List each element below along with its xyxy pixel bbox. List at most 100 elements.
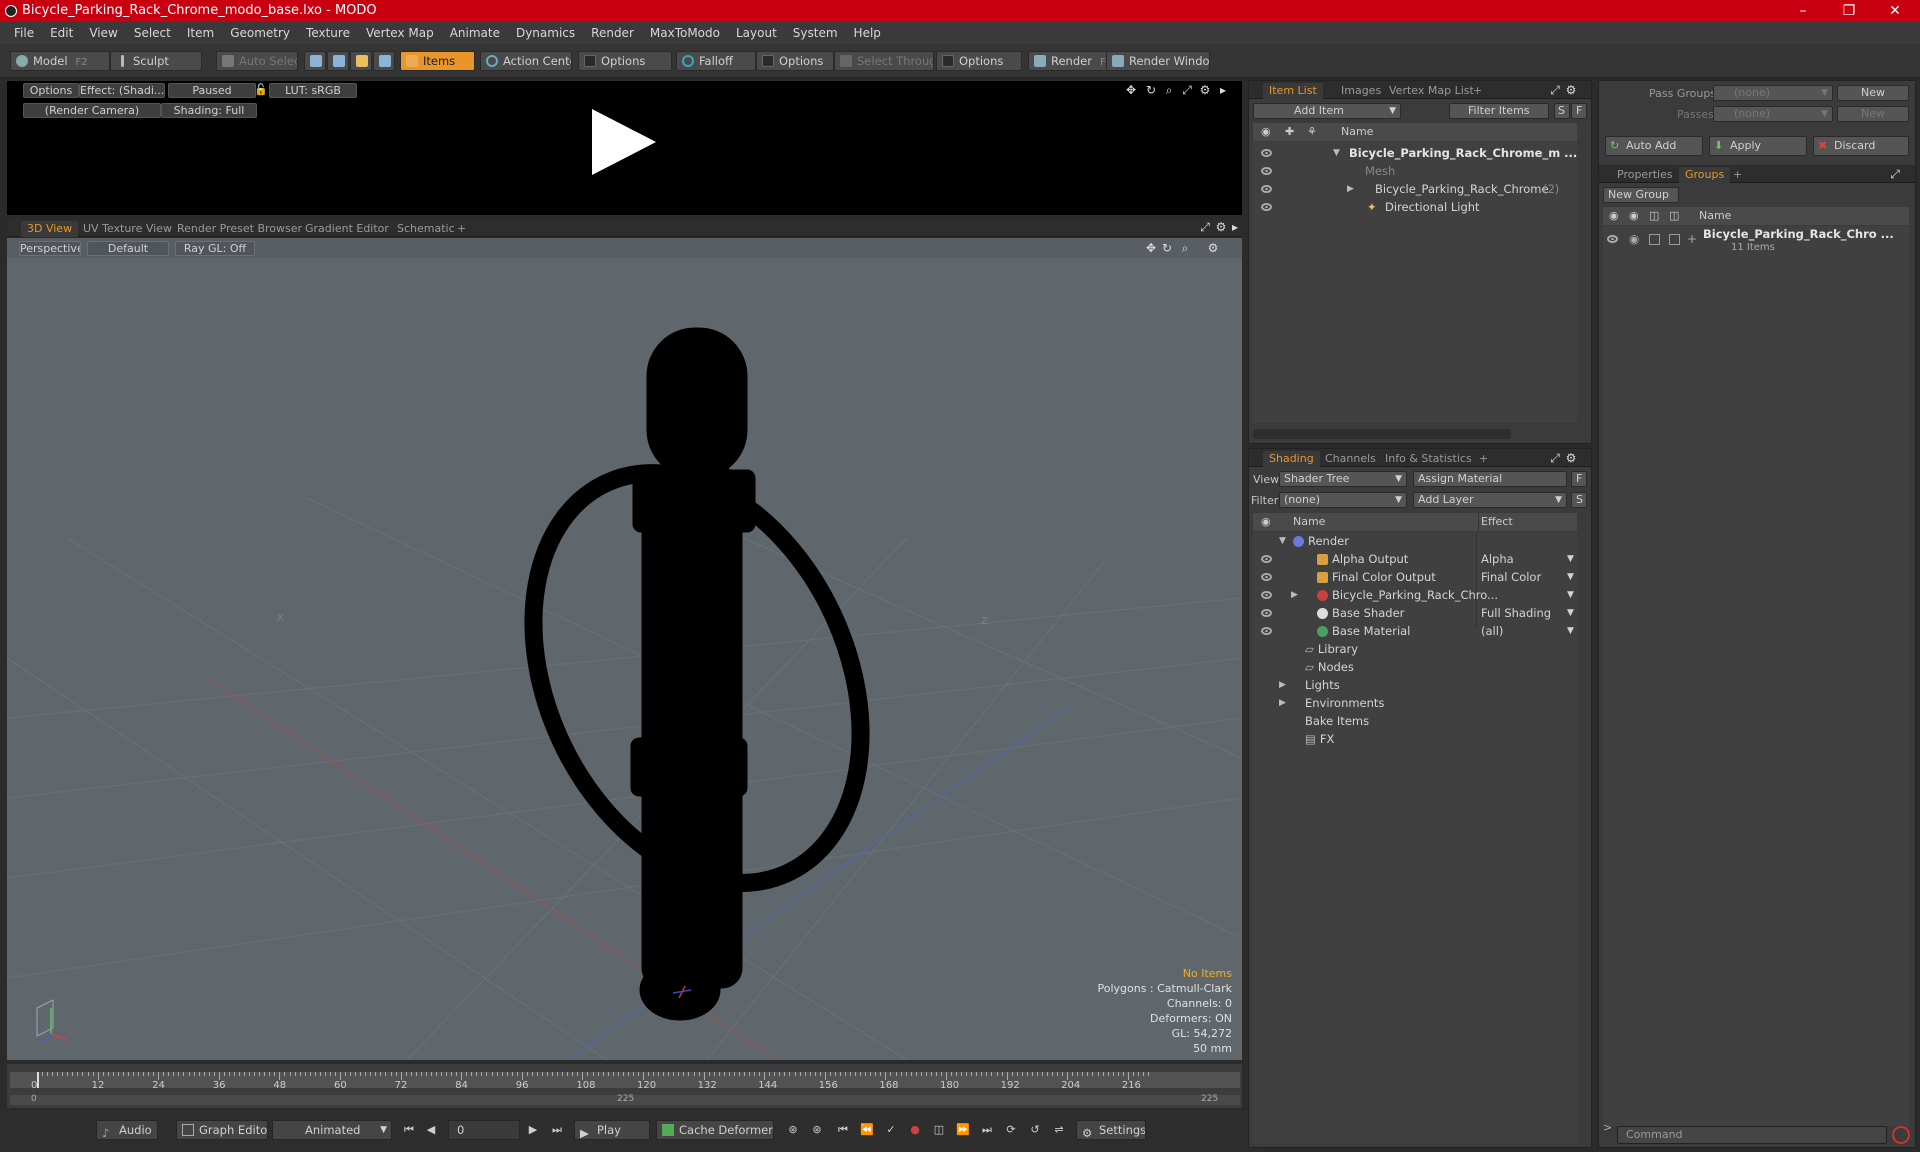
effect-value[interactable]: Final Color bbox=[1481, 568, 1541, 586]
menu-texture[interactable]: Texture bbox=[298, 26, 358, 40]
tab-groups[interactable]: Groups bbox=[1679, 167, 1731, 183]
prev-key-icon[interactable]: ⏮ bbox=[836, 1123, 850, 1137]
render-button[interactable]: RenderF9 bbox=[1028, 51, 1108, 71]
list-item[interactable]: ✦ Directional Light bbox=[1253, 198, 1577, 216]
step-back-icon[interactable]: ◀ bbox=[424, 1123, 438, 1137]
lock-icon[interactable]: 🔓 bbox=[254, 83, 266, 98]
polygons-mode-button[interactable] bbox=[350, 51, 372, 71]
action-center-options-button[interactable]: Options bbox=[578, 51, 672, 71]
expand-icon[interactable]: ▼ bbox=[1279, 532, 1289, 550]
tab-3d-view[interactable]: 3D View bbox=[21, 221, 79, 237]
search-s-button[interactable]: S bbox=[1554, 103, 1570, 119]
add-tab-button[interactable]: + bbox=[1473, 451, 1494, 467]
render-camera-dropdown[interactable]: (Render Camera) bbox=[23, 103, 161, 118]
next-key-icon[interactable]: ⏩ bbox=[956, 1123, 970, 1137]
add-tab-button[interactable]: + bbox=[1467, 83, 1488, 99]
falloff-button[interactable]: Falloff bbox=[676, 51, 756, 71]
set-key-icon[interactable]: ◫ bbox=[932, 1123, 946, 1137]
audio-button[interactable]: ♪ Audio bbox=[96, 1120, 158, 1140]
close-button[interactable]: ✕ bbox=[1872, 0, 1918, 22]
chevron-down-icon[interactable]: ▼ bbox=[1567, 622, 1574, 640]
add-tab-button[interactable]: + bbox=[451, 221, 472, 237]
step-forward-icon[interactable]: ▶ bbox=[526, 1123, 540, 1137]
chevron-down-icon[interactable]: ▼ bbox=[1567, 604, 1574, 622]
menu-layout[interactable]: Layout bbox=[728, 26, 785, 40]
tab-images[interactable]: Images bbox=[1335, 83, 1387, 99]
loop-icon[interactable]: ⟳ bbox=[1004, 1123, 1018, 1137]
select-through-button[interactable]: Select Through bbox=[834, 51, 934, 71]
list-item[interactable]: ▼ Render bbox=[1253, 532, 1577, 550]
tab-shading[interactable]: Shading bbox=[1263, 451, 1320, 467]
falloff-options-button[interactable]: Options bbox=[756, 51, 834, 71]
rotate-icon[interactable]: ↻ bbox=[1145, 84, 1157, 96]
add-layer-dropdown[interactable]: Add Layer ▼ bbox=[1413, 492, 1567, 508]
timeline[interactable]: 0 12 24 36 48 60 72 84 96 108 120 132 144 156 168 180 19… bbox=[7, 1064, 1242, 1108]
prev-key2-icon[interactable]: ⏪ bbox=[860, 1123, 874, 1137]
list-item[interactable]: ◉ + Bicycle_Parking_Rack_Chro ... 11 Ite… bbox=[1603, 226, 1909, 256]
shading-f-button[interactable]: F bbox=[1571, 471, 1587, 487]
key-icon[interactable]: ⊛ bbox=[786, 1123, 800, 1137]
pass-groups-dropdown[interactable]: (none) ▼ bbox=[1713, 85, 1833, 101]
eye-icon[interactable] bbox=[1261, 203, 1272, 211]
record-icon[interactable]: ● bbox=[908, 1123, 922, 1137]
list-item[interactable]: Base Material (all) ▼ bbox=[1253, 622, 1577, 640]
default-style-dropdown[interactable]: Default bbox=[87, 241, 169, 256]
menu-select[interactable]: Select bbox=[126, 26, 179, 40]
expand-icon[interactable]: ▶ bbox=[1291, 586, 1301, 604]
effect-value[interactable]: Full Shading bbox=[1481, 604, 1551, 622]
action-center-button[interactable]: Action Center bbox=[480, 51, 572, 71]
sculpt-mode-button[interactable]: Sculpt bbox=[110, 51, 202, 71]
search-f-button[interactable]: F bbox=[1571, 103, 1587, 119]
shading-dropdown[interactable]: Shading: Full bbox=[161, 103, 257, 118]
ray-gl-dropdown[interactable]: Ray GL: Off bbox=[175, 241, 255, 256]
playhead[interactable] bbox=[37, 1072, 39, 1088]
arrow-right-icon[interactable]: ▸ bbox=[1229, 221, 1241, 233]
command-input[interactable]: Command bbox=[1617, 1126, 1887, 1144]
eye-icon[interactable] bbox=[1261, 185, 1272, 193]
chevron-down-icon[interactable]: ▼ bbox=[1567, 568, 1574, 586]
list-item[interactable]: ▤ FX bbox=[1253, 730, 1577, 748]
edges-mode-button[interactable] bbox=[327, 51, 349, 71]
auto-key-icon[interactable]: ✓ bbox=[884, 1123, 898, 1137]
gear-icon[interactable]: ⚙ bbox=[1215, 221, 1227, 233]
list-item[interactable]: ▶ Lights bbox=[1253, 676, 1577, 694]
bounce-icon[interactable]: ↺ bbox=[1028, 1123, 1042, 1137]
menu-maxtomodo[interactable]: MaxToModo bbox=[642, 26, 728, 40]
graph-editor-button[interactable]: Graph Editor bbox=[176, 1120, 268, 1140]
render-toggle-icon[interactable]: ◉ bbox=[1629, 232, 1639, 246]
list-item[interactable]: ▶ Bicycle_Parking_Rack_Chrome (2) bbox=[1253, 180, 1577, 198]
new-pass-button[interactable]: New bbox=[1837, 106, 1909, 122]
select-checkbox[interactable] bbox=[1669, 234, 1680, 245]
gear-icon[interactable]: ⚙ bbox=[1565, 452, 1577, 464]
last-key-icon[interactable]: ⏭ bbox=[980, 1123, 994, 1137]
effect-value[interactable]: (all) bbox=[1481, 622, 1503, 640]
preview-options-button[interactable]: Options bbox=[23, 83, 79, 98]
menu-edit[interactable]: Edit bbox=[42, 26, 81, 40]
expand-icon[interactable]: ▶ bbox=[1279, 676, 1289, 694]
items-mode-button[interactable]: Items bbox=[400, 51, 475, 71]
expand-icon[interactable]: ▼ bbox=[1333, 144, 1343, 162]
menu-item[interactable]: Item bbox=[179, 26, 222, 40]
tab-uv-texture-view[interactable]: UV Texture View bbox=[77, 221, 178, 237]
new-pass-group-button[interactable]: New bbox=[1837, 85, 1909, 101]
menu-vertex-map[interactable]: Vertex Map bbox=[358, 26, 442, 40]
eye-icon[interactable] bbox=[1261, 149, 1272, 157]
tab-render-preset-browser[interactable]: Render Preset Browser bbox=[171, 221, 308, 237]
move-icon[interactable]: ✥ bbox=[1145, 242, 1157, 254]
auto-select-button[interactable]: Auto Select bbox=[216, 51, 298, 71]
render-window-button[interactable]: Render Window bbox=[1106, 51, 1210, 71]
eye-icon[interactable] bbox=[1261, 167, 1272, 175]
record-macro-icon[interactable] bbox=[1892, 1126, 1910, 1144]
vertices-mode-button[interactable] bbox=[304, 51, 326, 71]
list-item[interactable]: ▶ Environments bbox=[1253, 694, 1577, 712]
settings-button[interactable]: ⚙ Settings bbox=[1076, 1120, 1146, 1140]
tab-channels[interactable]: Channels bbox=[1319, 451, 1382, 467]
filter-items-input[interactable]: Filter Items bbox=[1449, 103, 1549, 119]
eye-icon[interactable] bbox=[1261, 591, 1272, 599]
select-through-options-button[interactable]: Options bbox=[936, 51, 1022, 71]
assign-material-button[interactable]: Assign Material bbox=[1413, 471, 1567, 487]
effect-value[interactable]: Alpha bbox=[1481, 550, 1514, 568]
expand-icon[interactable]: ▶ bbox=[1279, 694, 1289, 712]
eye-icon[interactable] bbox=[1261, 609, 1272, 617]
filter-dropdown[interactable]: (none) ▼ bbox=[1279, 492, 1407, 508]
